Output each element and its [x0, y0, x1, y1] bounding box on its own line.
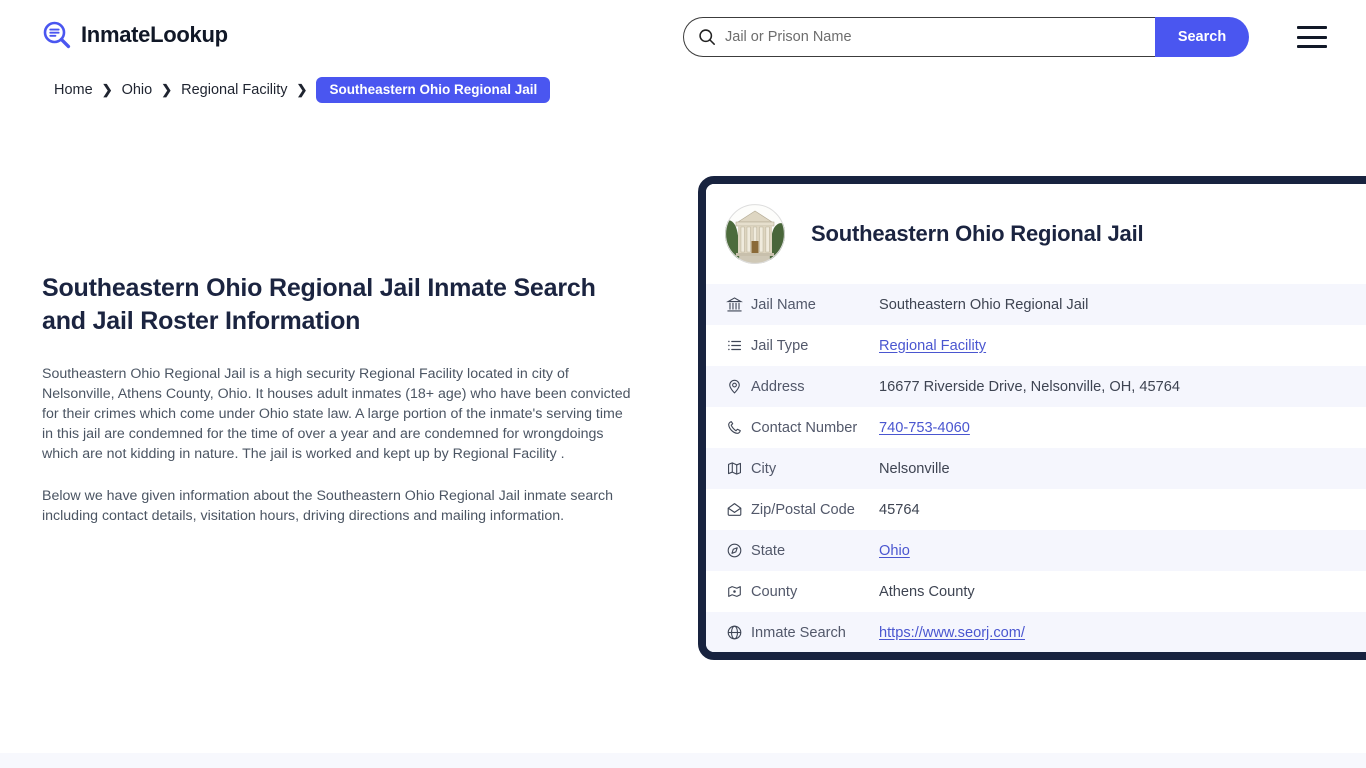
site-header: InmateLookup Search [0, 0, 1366, 74]
facility-info-card: Southeastern Ohio Regional Jail Jail Nam… [698, 176, 1366, 660]
chevron-right-icon: ❯ [296, 82, 308, 97]
brand-name: InmateLookup [81, 22, 228, 47]
courthouse-building-photo [724, 203, 786, 265]
phone-icon [725, 419, 743, 437]
state-link[interactable]: Ohio [879, 543, 910, 559]
breadcrumb-item-regional-facility[interactable]: Regional Facility [181, 82, 287, 98]
row-label: Jail Name [751, 296, 816, 313]
row-label: Zip/Postal Code [751, 501, 855, 518]
list-icon [725, 337, 743, 355]
description-paragraph-1: Southeastern Ohio Regional Jail is a hig… [42, 366, 631, 462]
row-label: Inmate Search [751, 624, 846, 641]
breadcrumb-item-current: Southeastern Ohio Regional Jail [316, 77, 551, 103]
brand-logo[interactable]: InmateLookup [42, 20, 228, 50]
row-label: Jail Type [751, 337, 809, 354]
hamburger-line [1297, 35, 1327, 39]
search-input[interactable] [716, 19, 1155, 55]
table-row: Jail Type Regional Facility [706, 325, 1366, 366]
table-row: County Athens County [706, 571, 1366, 612]
main-content-column: Southeastern Ohio Regional Jail Inmate S… [42, 272, 634, 548]
row-label: Contact Number [751, 419, 858, 436]
description-paragraph-2: Below we have given information about th… [42, 488, 613, 524]
page-title: Southeastern Ohio Regional Jail Inmate S… [42, 274, 596, 335]
chevron-right-icon: ❯ [161, 82, 173, 97]
row-value: Ohio [879, 543, 910, 559]
page-root: InmateLookup Search Home ❯ Ohio [0, 0, 1366, 768]
footer-strip [0, 753, 1366, 768]
row-label: Address [751, 378, 805, 395]
row-value: Southeastern Ohio Regional Jail [879, 296, 1089, 313]
hamburger-menu-icon[interactable] [1297, 26, 1327, 48]
table-row: Jail Name Southeastern Ohio Regional Jai… [706, 284, 1366, 325]
globe-icon [725, 624, 743, 642]
row-label: City [751, 460, 777, 477]
inmate-search-link[interactable]: https://www.seorj.com/ [879, 625, 1025, 641]
search-bar: Search [683, 17, 1249, 57]
table-row: Address 16677 Riverside Drive, Nelsonvil… [706, 366, 1366, 407]
facility-card-header: Southeastern Ohio Regional Jail [706, 184, 1366, 284]
table-row: State Ohio [706, 530, 1366, 571]
facility-info-table: Jail Name Southeastern Ohio Regional Jai… [706, 284, 1366, 652]
chevron-right-icon: ❯ [101, 82, 113, 97]
row-value: Nelsonville [879, 460, 950, 477]
row-value: 16677 Riverside Drive, Nelsonville, OH, … [879, 378, 1180, 395]
search-input-wrapper[interactable] [683, 17, 1155, 57]
table-row: City Nelsonville [706, 448, 1366, 489]
contact-number-link[interactable]: 740-753-4060 [879, 420, 970, 436]
breadcrumb-item-home[interactable]: Home [54, 82, 93, 98]
hamburger-line [1297, 45, 1327, 48]
compass-icon [725, 542, 743, 560]
row-value: Athens County [879, 583, 975, 600]
county-map-icon [725, 583, 743, 601]
row-value: 740-753-4060 [879, 420, 970, 436]
row-label: County [751, 583, 798, 600]
table-row: Contact Number 740-753-4060 [706, 407, 1366, 448]
jail-type-link[interactable]: Regional Facility [879, 338, 986, 354]
search-list-logo-icon [42, 20, 72, 50]
bank-icon [725, 296, 743, 314]
breadcrumb: Home ❯ Ohio ❯ Regional Facility ❯ Southe… [54, 77, 551, 103]
table-row: Zip/Postal Code 45764 [706, 489, 1366, 530]
map-pin-icon [725, 378, 743, 396]
facility-card-title: Southeastern Ohio Regional Jail [811, 221, 1144, 246]
breadcrumb-item-ohio[interactable]: Ohio [122, 82, 153, 98]
row-label: State [751, 542, 786, 559]
envelope-icon [725, 501, 743, 519]
search-icon [698, 28, 716, 46]
row-value: 45764 [879, 501, 920, 518]
map-icon [725, 460, 743, 478]
hamburger-line [1297, 26, 1327, 29]
row-value: Regional Facility [879, 338, 986, 354]
search-button[interactable]: Search [1155, 17, 1249, 57]
row-value: https://www.seorj.com/ [879, 625, 1025, 641]
table-row: Inmate Search https://www.seorj.com/ [706, 612, 1366, 652]
